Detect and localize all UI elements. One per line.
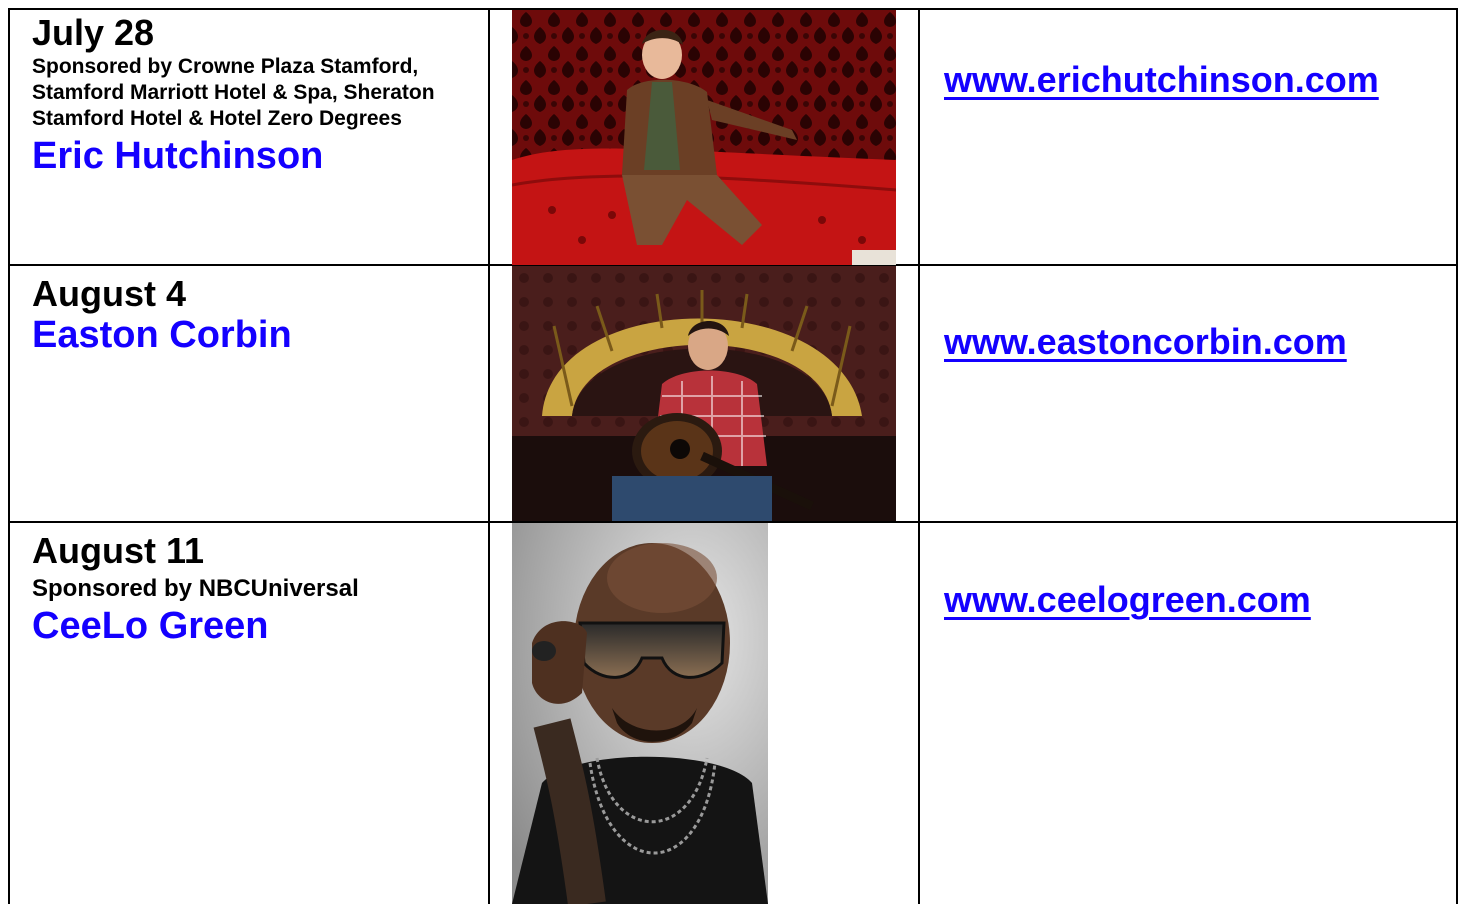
table-row: August 11 Sponsored by NBCUniversal CeeL… — [32, 532, 482, 648]
sponsor-text: Sponsored by NBCUniversal — [32, 575, 359, 602]
table-border-right — [1456, 8, 1458, 904]
artist-name: CeeLo Green — [32, 605, 269, 647]
event-date: August 11 — [32, 530, 205, 571]
artist-website-link[interactable]: www.erichutchinson.com — [944, 60, 1379, 100]
event-date: August 4 — [32, 273, 187, 314]
artist-name: Eric Hutchinson — [32, 135, 324, 177]
table-row: August 4 Easton Corbin — [32, 275, 482, 357]
artist-name: Easton Corbin — [32, 314, 292, 356]
column-divider-1 — [488, 8, 490, 904]
table-border-left — [8, 8, 10, 904]
artist-website-link[interactable]: www.eastoncorbin.com — [944, 322, 1347, 362]
event-date: July 28 — [32, 12, 155, 53]
artist-photo — [512, 10, 896, 265]
column-divider-2 — [918, 8, 920, 904]
artist-photo — [512, 523, 768, 904]
table-row: July 28 Sponsored by Crowne Plaza Stamfo… — [32, 14, 482, 178]
artist-website-link[interactable]: www.ceelogreen.com — [944, 580, 1311, 620]
artist-photo — [512, 266, 896, 521]
sponsor-text: Sponsored by Crowne Plaza Stamford, Stam… — [32, 55, 435, 130]
concert-schedule-table: July 28 Sponsored by Crowne Plaza Stamfo… — [0, 0, 1466, 904]
